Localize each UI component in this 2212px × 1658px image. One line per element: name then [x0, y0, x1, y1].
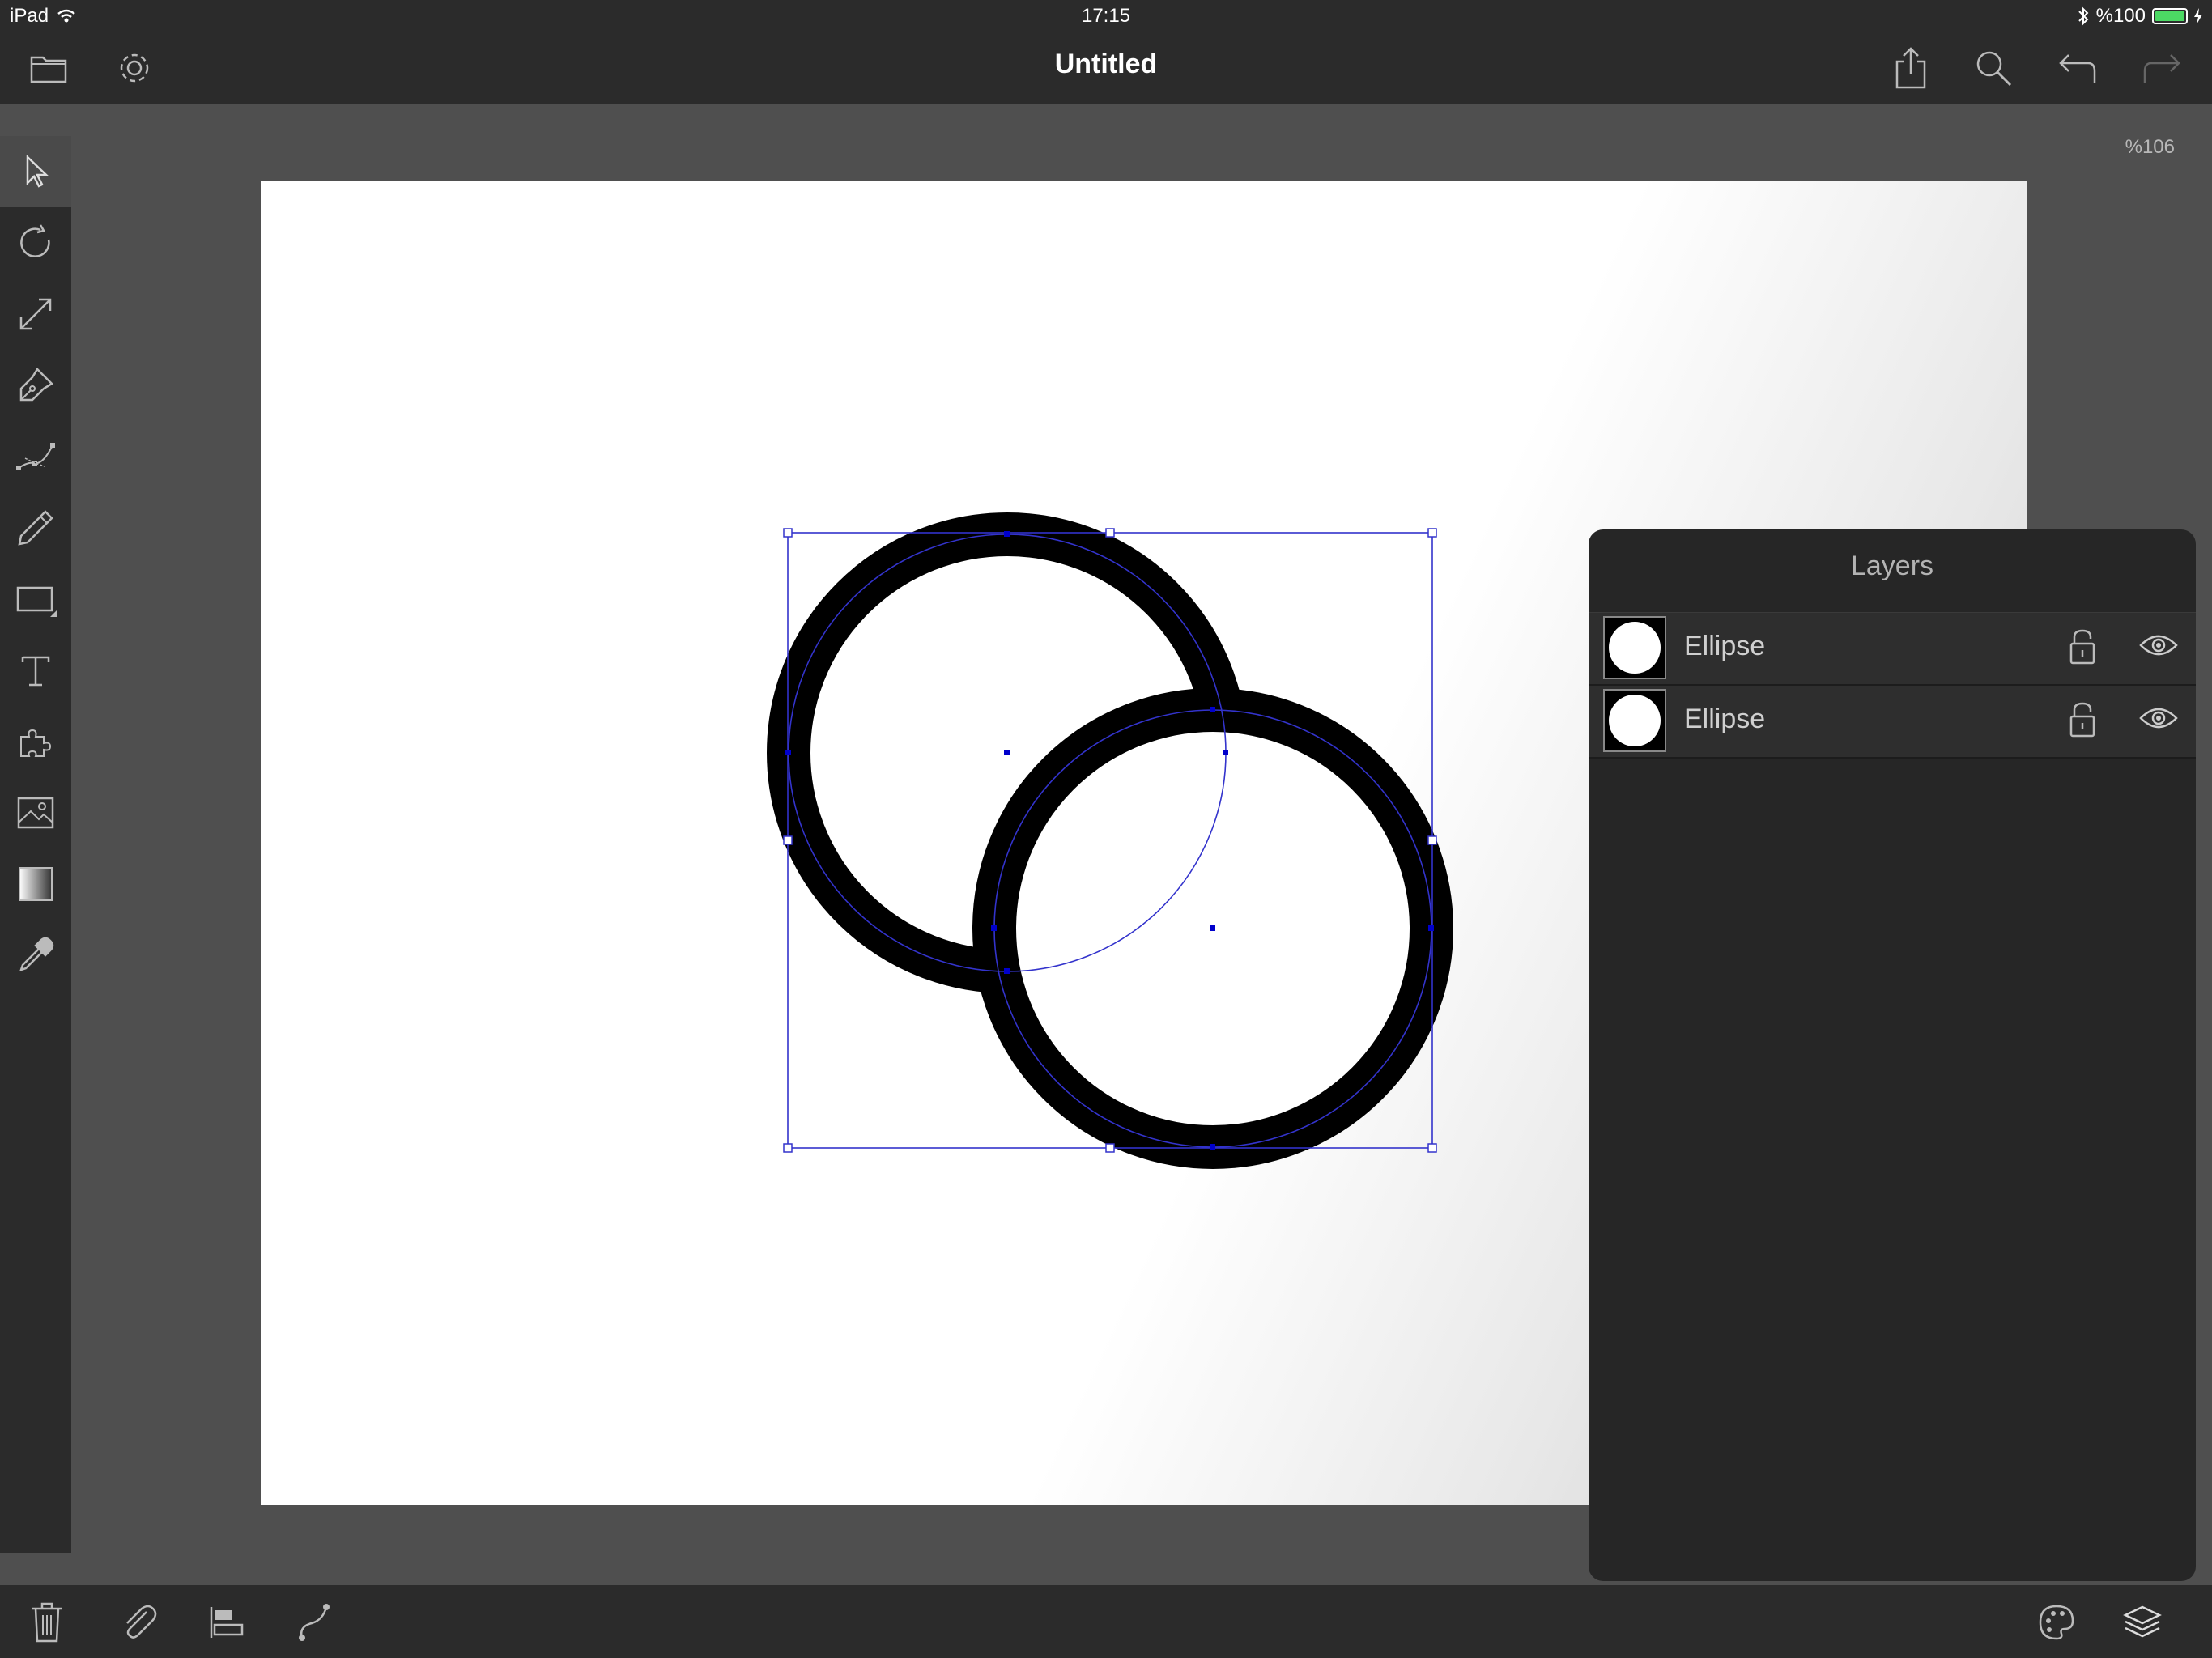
pencil-icon[interactable] — [0, 492, 71, 563]
document-title: Untitled — [1054, 49, 1158, 79]
puzzle-icon[interactable] — [0, 706, 71, 777]
lock-icon[interactable] — [2066, 627, 2099, 666]
bluetooth-icon — [2077, 6, 2090, 26]
battery-percent: %100 — [2095, 5, 2146, 27]
rectangle-icon[interactable] — [0, 563, 71, 635]
lock-icon[interactable] — [2066, 700, 2099, 739]
top-toolbar: Untitled — [0, 32, 2212, 104]
node-edit-icon[interactable] — [0, 421, 71, 492]
scale-icon[interactable] — [0, 278, 71, 350]
trash-icon[interactable] — [21, 1596, 73, 1648]
status-bar: iPad 17:15 %100 — [0, 0, 2212, 32]
eyedropper-icon[interactable] — [0, 920, 71, 991]
layer-thumbnail — [1603, 616, 1666, 679]
text-icon[interactable] — [0, 635, 71, 706]
palette-icon[interactable] — [2031, 1596, 2082, 1648]
visibility-eye-icon[interactable] — [2139, 705, 2178, 731]
layer-row[interactable]: Ellipse — [1589, 613, 2196, 686]
layers-title: Layers — [1589, 529, 2196, 613]
undo-icon[interactable] — [2053, 44, 2102, 92]
search-icon[interactable] — [1969, 44, 2018, 92]
align-icon[interactable] — [201, 1596, 253, 1648]
gradient-icon[interactable] — [0, 848, 71, 920]
layers-icon[interactable] — [2116, 1596, 2168, 1648]
zoom-level: %106 — [2125, 136, 2175, 158]
layers-panel: Layers Ellipse Ellipse — [1589, 529, 2196, 1581]
tool-sidebar — [0, 136, 71, 1553]
rotate-icon[interactable] — [0, 207, 71, 278]
pen-icon[interactable] — [0, 350, 71, 421]
redo-icon[interactable] — [2138, 44, 2186, 92]
paperclip-icon[interactable] — [113, 1596, 165, 1648]
bottom-toolbar — [0, 1585, 2212, 1658]
layer-thumbnail — [1603, 689, 1666, 752]
visibility-eye-icon[interactable] — [2139, 632, 2178, 658]
share-icon[interactable] — [1887, 44, 1935, 92]
clock: 17:15 — [1081, 5, 1131, 27]
layer-name: Ellipse — [1684, 704, 1766, 734]
select-arrow-icon[interactable] — [0, 136, 71, 207]
image-icon[interactable] — [0, 777, 71, 848]
battery-icon — [2152, 8, 2188, 24]
layer-row[interactable]: Ellipse — [1589, 686, 2196, 759]
path-icon[interactable] — [288, 1596, 340, 1648]
layer-name: Ellipse — [1684, 631, 1766, 661]
charging-icon — [2194, 8, 2202, 24]
